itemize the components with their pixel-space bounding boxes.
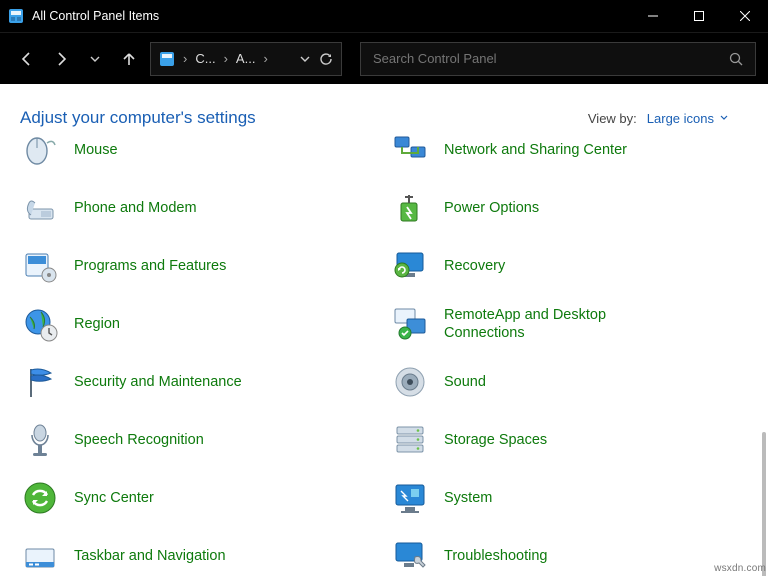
- item-label: Phone and Modem: [74, 199, 197, 217]
- item-label: Recovery: [444, 257, 505, 275]
- breadcrumb-all[interactable]: A...: [236, 51, 256, 66]
- chevron-right-icon: ›: [261, 51, 269, 66]
- item-sound[interactable]: Sound: [384, 360, 754, 404]
- address-dropdown[interactable]: [299, 53, 311, 65]
- storage-icon: [390, 420, 430, 460]
- item-label: System: [444, 489, 492, 507]
- item-label: Sync Center: [74, 489, 154, 507]
- item-label: Mouse: [74, 141, 118, 159]
- maximize-button[interactable]: [676, 0, 722, 32]
- item-network[interactable]: Network and Sharing Center: [384, 132, 754, 172]
- system-icon: [390, 478, 430, 518]
- up-button[interactable]: [114, 44, 144, 74]
- search-box[interactable]: [360, 42, 756, 76]
- close-button[interactable]: [722, 0, 768, 32]
- window-title: All Control Panel Items: [32, 9, 159, 23]
- items-grid: Mouse Network and Sharing Center Phone a…: [14, 142, 754, 576]
- item-sync[interactable]: Sync Center: [14, 476, 384, 520]
- item-region[interactable]: Region: [14, 302, 384, 346]
- search-icon: [729, 52, 743, 66]
- item-power[interactable]: Power Options: [384, 186, 754, 230]
- chevron-right-icon: ›: [181, 51, 189, 66]
- address-right: [299, 52, 333, 66]
- navbar: › C... › A... ›: [0, 32, 768, 84]
- item-phone[interactable]: Phone and Modem: [14, 186, 384, 230]
- viewby-value: Large icons: [647, 111, 714, 126]
- titlebar-left: All Control Panel Items: [8, 8, 159, 24]
- item-label: Programs and Features: [74, 257, 226, 275]
- refresh-button[interactable]: [319, 52, 333, 66]
- phone-icon: [20, 188, 60, 228]
- mic-icon: [20, 420, 60, 460]
- chevron-right-icon: ›: [222, 51, 230, 66]
- watermark: wsxdn.com: [714, 563, 766, 574]
- chevron-down-icon: [720, 114, 728, 122]
- item-system[interactable]: System: [384, 476, 754, 520]
- item-label: Security and Maintenance: [74, 373, 242, 391]
- item-taskbar[interactable]: Taskbar and Navigation: [14, 534, 384, 576]
- window-body: Adjust your computer's settings View by:…: [0, 84, 768, 576]
- recent-dropdown[interactable]: [80, 44, 110, 74]
- viewby-label: View by:: [588, 111, 637, 126]
- power-icon: [390, 188, 430, 228]
- titlebar-buttons: [630, 0, 768, 32]
- item-recovery[interactable]: Recovery: [384, 244, 754, 288]
- item-label: Taskbar and Navigation: [74, 547, 226, 565]
- scrollbar-thumb[interactable]: [762, 432, 766, 576]
- address-bar[interactable]: › C... › A... ›: [150, 42, 342, 76]
- sync-icon: [20, 478, 60, 518]
- remote-icon: [390, 304, 430, 344]
- sound-icon: [390, 362, 430, 402]
- back-button[interactable]: [12, 44, 42, 74]
- taskbar-icon: [20, 536, 60, 576]
- item-label: Speech Recognition: [74, 431, 204, 449]
- item-label: Network and Sharing Center: [444, 141, 627, 159]
- minimize-button[interactable]: [630, 0, 676, 32]
- item-label: Power Options: [444, 199, 539, 217]
- item-speech[interactable]: Speech Recognition: [14, 418, 384, 462]
- globe-icon: [20, 304, 60, 344]
- network-icon: [390, 132, 430, 170]
- item-remoteapp[interactable]: RemoteApp and Desktop Connections: [384, 302, 754, 346]
- item-label: RemoteApp and Desktop Connections: [444, 306, 654, 342]
- nav-arrows: [12, 44, 144, 74]
- item-mouse[interactable]: Mouse: [14, 132, 384, 172]
- viewby-select[interactable]: Large icons: [647, 111, 728, 126]
- adjust-settings-label: Adjust your computer's settings: [20, 108, 256, 128]
- settings-header: Adjust your computer's settings View by:…: [0, 84, 768, 132]
- items-area: Mouse Network and Sharing Center Phone a…: [0, 132, 768, 576]
- recovery-icon: [390, 246, 430, 286]
- item-label: Sound: [444, 373, 486, 391]
- item-label: Storage Spaces: [444, 431, 547, 449]
- item-storage[interactable]: Storage Spaces: [384, 418, 754, 462]
- forward-button[interactable]: [46, 44, 76, 74]
- item-troubleshoot[interactable]: Troubleshooting: [384, 534, 754, 576]
- control-panel-small-icon: [159, 51, 175, 67]
- breadcrumb-control[interactable]: C...: [195, 51, 215, 66]
- search-input[interactable]: [373, 51, 729, 66]
- item-label: Troubleshooting: [444, 547, 547, 565]
- view-by: View by: Large icons: [588, 111, 728, 126]
- control-panel-icon: [8, 8, 24, 24]
- troubleshoot-icon: [390, 536, 430, 576]
- titlebar: All Control Panel Items: [0, 0, 768, 32]
- programs-icon: [20, 246, 60, 286]
- item-programs[interactable]: Programs and Features: [14, 244, 384, 288]
- flag-icon: [20, 362, 60, 402]
- item-security[interactable]: Security and Maintenance: [14, 360, 384, 404]
- mouse-icon: [20, 132, 60, 170]
- item-label: Region: [74, 315, 120, 333]
